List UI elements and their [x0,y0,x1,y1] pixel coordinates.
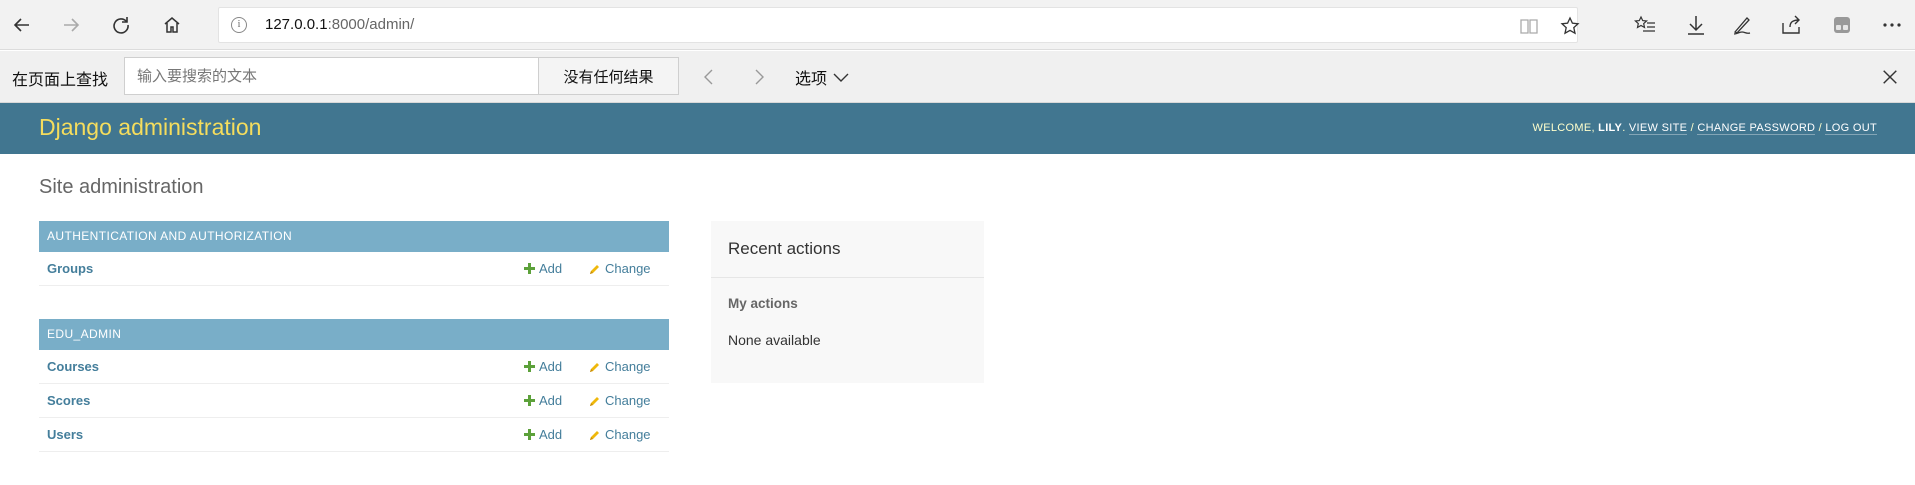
favorites-list-icon[interactable] [1633,13,1657,37]
pencil-icon [589,429,601,441]
download-icon[interactable] [1684,13,1708,37]
find-next-icon[interactable] [747,65,771,89]
info-icon[interactable]: i [231,17,247,33]
change-scores-button[interactable]: Change [589,393,651,408]
page-title: Site administration [39,176,204,198]
back-icon[interactable] [7,10,37,40]
welcome-text: Welcome, [1532,122,1599,134]
plus-icon [524,361,535,372]
model-link-users[interactable]: Users [47,427,83,442]
change-groups-button[interactable]: Change [589,261,651,276]
add-users-button[interactable]: Add [524,427,562,442]
plus-icon [524,395,535,406]
pencil-icon [589,395,601,407]
site-branding[interactable]: Django administration [39,114,261,141]
divider [711,277,984,278]
find-options-button[interactable]: 选项 [795,65,849,89]
pen-icon[interactable] [1730,13,1754,37]
pencil-icon [589,361,601,373]
favorite-star-icon[interactable] [1560,16,1580,36]
find-label: 在页面上查找 [12,70,109,89]
app-caption[interactable]: EDU_ADMIN [39,319,669,350]
recent-actions-panel: Recent actions My actions None available [711,221,984,383]
change-courses-button[interactable]: Change [589,359,651,374]
refresh-icon[interactable] [106,10,136,40]
browser-toolbar: i 127.0.0.1:8000/admin/ [0,0,1915,50]
more-icon[interactable] [1880,13,1904,37]
add-scores-button[interactable]: Add [524,393,562,408]
close-icon[interactable] [1878,65,1902,89]
admin-header: Django administration Welcome, lily. Vie… [0,103,1915,154]
model-link-groups[interactable]: Groups [47,261,93,276]
model-row-scores: Scores Add Change [39,384,669,418]
extension-icon[interactable] [1830,13,1854,37]
address-url[interactable]: 127.0.0.1:8000/admin/ [265,16,414,33]
address-bar[interactable]: i 127.0.0.1:8000/admin/ [218,7,1580,43]
model-row-groups: Groups Add Change [39,252,669,286]
find-result: 没有任何结果 [539,57,679,95]
find-input[interactable] [124,57,539,95]
recent-actions-title: Recent actions [728,239,841,258]
chevron-down-icon [833,68,849,87]
find-previous-icon[interactable] [697,65,721,89]
pencil-icon [589,263,601,275]
app-module-edu-admin: EDU_ADMIN Courses Add Change Scores Add … [39,319,669,452]
no-actions-text: None available [728,332,821,348]
plus-icon [524,429,535,440]
find-bar: 在页面上查找 没有任何结果 选项 [0,51,1915,103]
home-icon[interactable] [157,10,187,40]
view-site-link[interactable]: View site [1628,122,1688,135]
change-password-link[interactable]: Change password [1697,122,1816,135]
share-icon[interactable] [1779,13,1803,37]
forward-icon[interactable] [56,10,86,40]
add-courses-button[interactable]: Add [524,359,562,374]
username: lily [1598,122,1623,134]
plus-icon [524,263,535,274]
app-caption[interactable]: Authentication and Authorization [39,221,669,252]
reading-view-icon[interactable] [1519,16,1539,36]
my-actions-heading: My actions [728,296,798,311]
change-users-button[interactable]: Change [589,427,651,442]
model-link-scores[interactable]: Scores [47,393,90,408]
model-link-courses[interactable]: Courses [47,359,99,374]
app-module-auth: Authentication and Authorization Groups … [39,221,669,286]
log-out-link[interactable]: Log out [1825,122,1877,135]
user-tools: Welcome, lily. View site / Change passwo… [1532,122,1877,135]
model-row-users: Users Add Change [39,418,669,452]
add-groups-button[interactable]: Add [524,261,562,276]
model-row-courses: Courses Add Change [39,350,669,384]
find-options-label: 选项 [795,69,828,88]
